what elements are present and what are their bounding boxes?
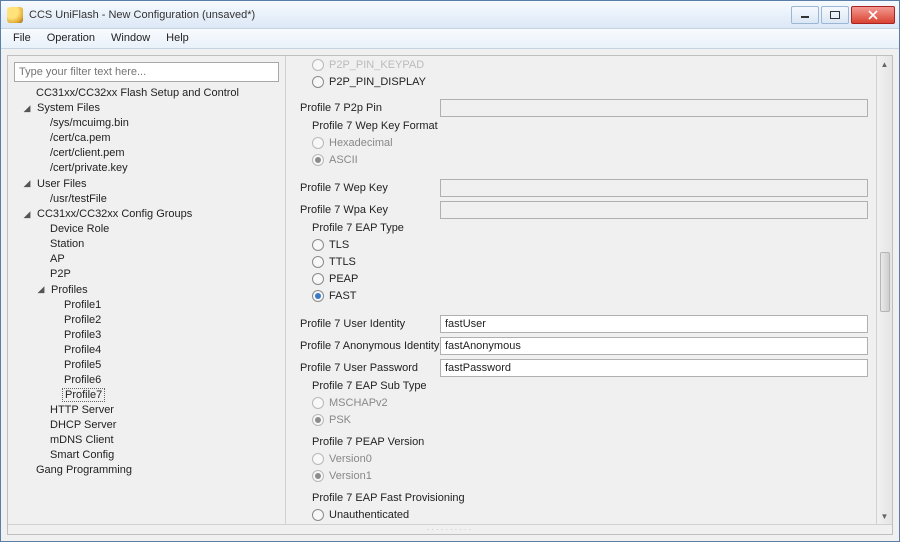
- tree-item[interactable]: P2P: [48, 268, 73, 280]
- input-anon-identity[interactable]: [440, 337, 868, 355]
- maximize-button[interactable]: [821, 6, 849, 24]
- tree-item[interactable]: Profile6: [62, 374, 103, 386]
- scroll-thumb[interactable]: [880, 252, 890, 312]
- radio-tls[interactable]: [312, 239, 324, 251]
- radio-label: P2P_PIN_DISPLAY: [329, 76, 426, 88]
- titlebar[interactable]: CCS UniFlash - New Configuration (unsave…: [1, 1, 899, 29]
- radio-fast[interactable]: [312, 290, 324, 302]
- window-title: CCS UniFlash - New Configuration (unsave…: [29, 9, 791, 21]
- label-wep-key: Profile 7 Wep Key: [300, 182, 440, 194]
- label-wpa-key: Profile 7 Wpa Key: [300, 204, 440, 216]
- editor-frame: CC31xx/CC32xx Flash Setup and Control ◢S…: [7, 55, 893, 535]
- radio-label: Unauthenticated: [329, 509, 409, 521]
- tree-item[interactable]: HTTP Server: [48, 404, 116, 416]
- radio-unauthenticated[interactable]: [312, 509, 324, 521]
- label-peap-version: Profile 7 PEAP Version: [312, 436, 868, 448]
- scroll-down-icon[interactable]: ▼: [877, 508, 893, 524]
- radio-label: PEAP: [329, 273, 358, 285]
- config-tree[interactable]: CC31xx/CC32xx Flash Setup and Control ◢S…: [14, 86, 279, 478]
- radio-label: P2P_PIN_KEYPAD: [329, 59, 424, 71]
- scroll-up-icon[interactable]: ▲: [877, 56, 893, 72]
- label-p2p-pin: Profile 7 P2p Pin: [300, 102, 440, 114]
- radio-label: MSCHAPv2: [329, 397, 388, 409]
- radio-label: ASCII: [329, 154, 358, 166]
- radio-label: Version0: [329, 453, 372, 465]
- tree-item[interactable]: /cert/ca.pem: [48, 132, 113, 144]
- radio-version0: [312, 453, 324, 465]
- tree-item[interactable]: /usr/testFile: [48, 193, 109, 205]
- input-user-identity[interactable]: [440, 315, 868, 333]
- tree-item[interactable]: Profile1: [62, 299, 103, 311]
- menu-window[interactable]: Window: [103, 29, 158, 48]
- collapse-icon[interactable]: ◢: [22, 101, 32, 116]
- label-wep-format: Profile 7 Wep Key Format: [312, 120, 868, 132]
- radio-icon: [312, 59, 324, 71]
- app-window: CCS UniFlash - New Configuration (unsave…: [0, 0, 900, 542]
- label-anon-identity: Profile 7 Anonymous Identity: [300, 340, 440, 352]
- tree-item[interactable]: User Files: [35, 178, 89, 190]
- collapse-icon[interactable]: ◢: [36, 282, 46, 297]
- tree-item[interactable]: /cert/private.key: [48, 162, 130, 174]
- app-icon: [7, 7, 23, 23]
- label-eap-subtype: Profile 7 EAP Sub Type: [312, 380, 868, 392]
- tree-item[interactable]: Profile4: [62, 344, 103, 356]
- collapse-icon[interactable]: ◢: [22, 176, 32, 191]
- split-gripper[interactable]: ··········: [8, 524, 892, 534]
- tree-item[interactable]: CC31xx/CC32xx Config Groups: [35, 208, 194, 220]
- collapse-icon[interactable]: ◢: [22, 207, 32, 222]
- input-wep-key[interactable]: [440, 179, 868, 197]
- tree-item[interactable]: Profile3: [62, 329, 103, 341]
- radio-version1: [312, 470, 324, 482]
- radio-peap[interactable]: [312, 273, 324, 285]
- tree-item[interactable]: AP: [48, 253, 67, 265]
- menubar: File Operation Window Help: [1, 29, 899, 49]
- tree-item[interactable]: Profile5: [62, 359, 103, 371]
- radio-label: Hexadecimal: [329, 137, 393, 149]
- tree-item[interactable]: Profiles: [49, 284, 90, 296]
- tree-item[interactable]: /cert/client.pem: [48, 147, 127, 159]
- tree-item[interactable]: /sys/mcuimg.bin: [48, 117, 131, 129]
- input-user-password[interactable]: [440, 359, 868, 377]
- tree-item[interactable]: Smart Config: [48, 449, 116, 461]
- tree-item[interactable]: DHCP Server: [48, 419, 118, 431]
- input-p2p-pin[interactable]: [440, 99, 868, 117]
- filter-input[interactable]: [14, 62, 279, 82]
- menu-help[interactable]: Help: [158, 29, 197, 48]
- radio-label: Version1: [329, 470, 372, 482]
- radio-ttls[interactable]: [312, 256, 324, 268]
- label-user-password: Profile 7 User Password: [300, 362, 440, 374]
- radio-p2p-pin-display[interactable]: [312, 76, 324, 88]
- radio-label: PSK: [329, 414, 351, 426]
- radio-label: TLS: [329, 239, 349, 251]
- radio-psk: [312, 414, 324, 426]
- sidebar: CC31xx/CC32xx Flash Setup and Control ◢S…: [8, 56, 286, 524]
- form-panel: P2P_PIN_KEYPAD P2P_PIN_DISPLAY Profile 7…: [286, 56, 892, 524]
- input-wpa-key[interactable]: [440, 201, 868, 219]
- radio-label: TTLS: [329, 256, 356, 268]
- label-fast-provisioning: Profile 7 EAP Fast Provisioning: [312, 492, 868, 504]
- radio-mschap: [312, 397, 324, 409]
- minimize-button[interactable]: [791, 6, 819, 24]
- tree-item-selected[interactable]: Profile7: [62, 388, 105, 402]
- tree-item[interactable]: Device Role: [48, 223, 111, 235]
- radio-hex: [312, 137, 324, 149]
- menu-file[interactable]: File: [5, 29, 39, 48]
- close-button[interactable]: [851, 6, 895, 24]
- tree-item[interactable]: System Files: [35, 102, 102, 114]
- label-user-identity: Profile 7 User Identity: [300, 318, 440, 330]
- tree-item[interactable]: Gang Programming: [34, 464, 134, 476]
- tree-item[interactable]: Profile2: [62, 314, 103, 326]
- menu-operation[interactable]: Operation: [39, 29, 103, 48]
- radio-ascii: [312, 154, 324, 166]
- tree-item[interactable]: mDNS Client: [48, 434, 116, 446]
- radio-label: FAST: [329, 290, 357, 302]
- label-eap-type: Profile 7 EAP Type: [312, 222, 868, 234]
- tree-item[interactable]: Station: [48, 238, 86, 250]
- tree-item[interactable]: CC31xx/CC32xx Flash Setup and Control: [34, 87, 241, 99]
- vertical-scrollbar[interactable]: ▲ ▼: [876, 56, 892, 524]
